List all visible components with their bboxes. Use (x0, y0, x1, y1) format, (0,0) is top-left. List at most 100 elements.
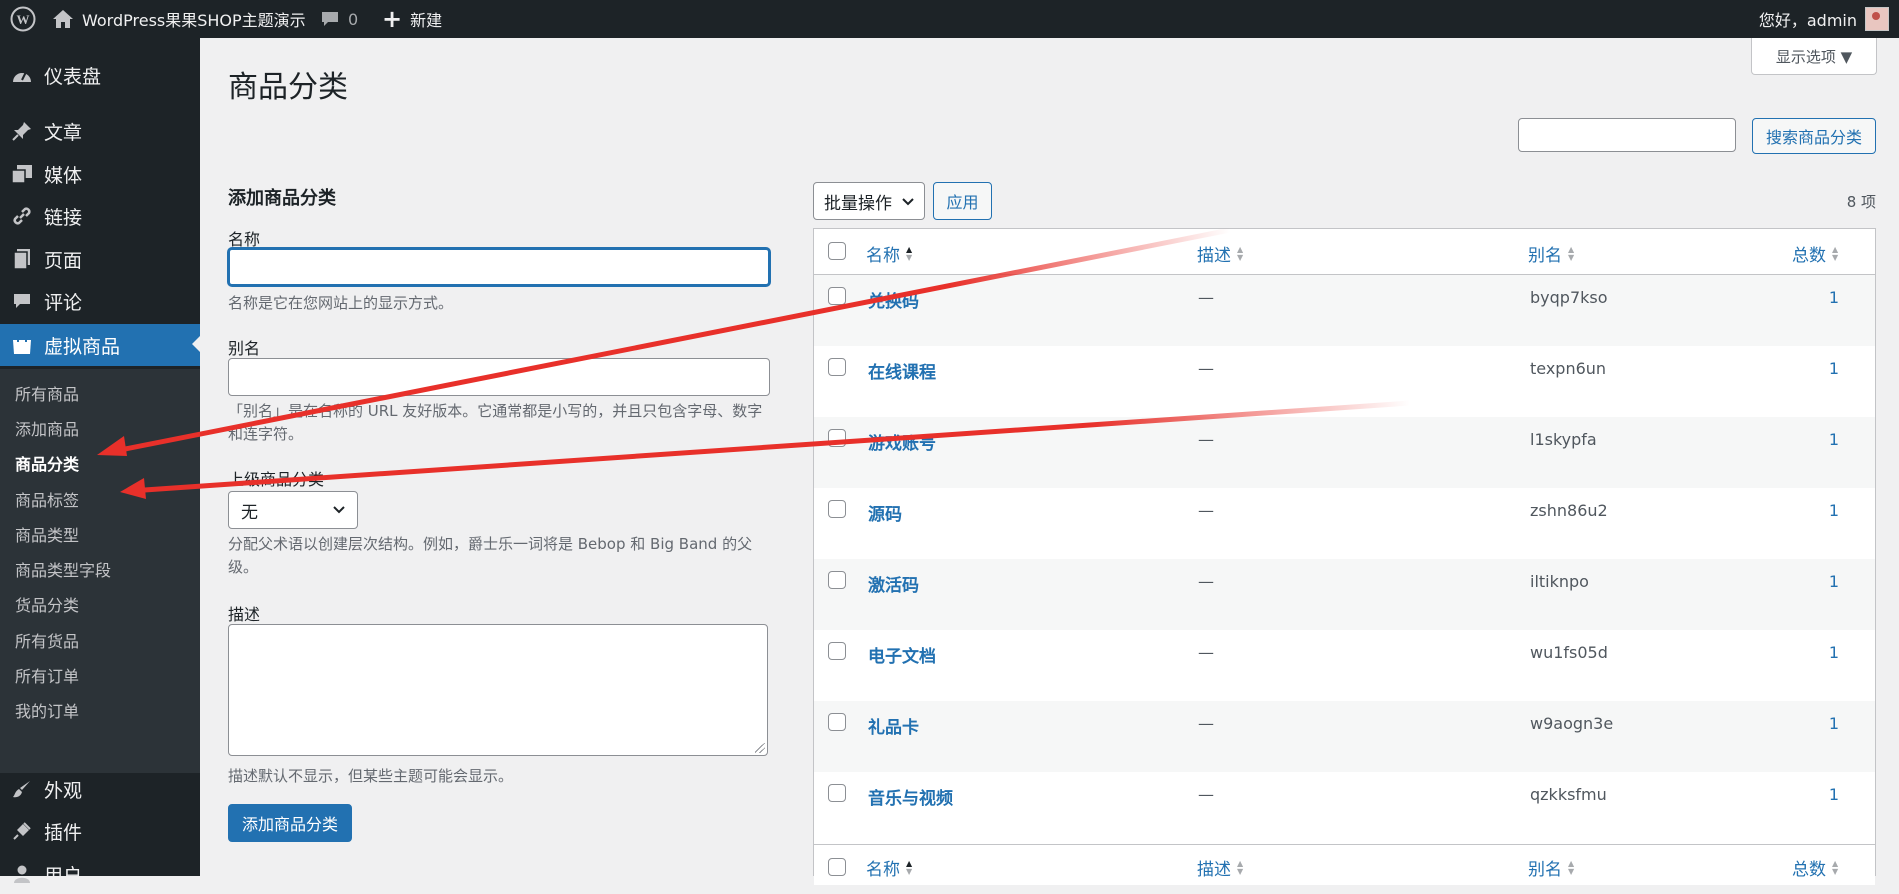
category-count-link[interactable]: 1 (1824, 288, 1844, 307)
submenu-product-types[interactable]: 商品类型 (15, 522, 79, 546)
category-search-input[interactable] (1518, 118, 1736, 152)
submenu-product-tags[interactable]: 商品标签 (15, 487, 79, 511)
slug-label: 别名 (228, 339, 261, 358)
chevron-down-icon (902, 198, 914, 206)
category-slug: qzkksfmu (1530, 785, 1607, 804)
category-slug: wu1fs05d (1530, 643, 1608, 662)
bulk-actions-select[interactable]: 批量操作 (813, 182, 925, 220)
account-menu[interactable]: 您好，admin (1759, 0, 1889, 38)
category-description: — (1198, 359, 1214, 378)
description-label: 描述 (228, 605, 261, 624)
select-all-checkbox-footer[interactable] (828, 858, 846, 876)
column-footer-name[interactable]: 名称 ▲ ▼ (866, 855, 912, 880)
dashboard-icon (10, 63, 34, 87)
sidebar-item-virtual-goods[interactable]: 虚拟商品 (0, 324, 200, 366)
sidebar-item-links[interactable]: 链接 (0, 196, 200, 236)
comments-count: 0 (348, 9, 359, 29)
add-category-button[interactable]: 添加商品分类 (228, 804, 352, 842)
sidebar-item-dashboard[interactable]: 仪表盘 (0, 55, 200, 95)
row-checkbox[interactable] (828, 287, 846, 305)
name-input[interactable] (228, 248, 770, 286)
screen-options-button[interactable]: 显示选项 ▼ (1751, 38, 1877, 75)
column-header-count[interactable]: 总数 ▲ ▼ (1792, 241, 1838, 266)
category-name-link[interactable]: 游戏账号 (868, 429, 936, 454)
row-checkbox[interactable] (828, 713, 846, 731)
category-slug: iltiknpo (1530, 572, 1589, 591)
category-description: — (1198, 501, 1214, 520)
link-icon (10, 204, 34, 228)
apply-button[interactable]: 应用 (933, 182, 992, 220)
parent-category-value: 无 (241, 502, 258, 523)
row-checkbox[interactable] (828, 571, 846, 589)
column-header-slug[interactable]: 别名 ▲ ▼ (1528, 241, 1574, 266)
column-header-description[interactable]: 描述 ▲ ▼ (1197, 241, 1243, 266)
category-count-link[interactable]: 1 (1824, 430, 1844, 449)
submenu-all-products[interactable]: 所有商品 (15, 381, 79, 405)
site-name: WordPress果果SHOP主题演示 (82, 11, 306, 30)
parent-label: 上级商品分类 (228, 470, 325, 489)
category-slug: zshn86u2 (1530, 501, 1608, 520)
sidebar-item-appearance[interactable]: 外观 (0, 769, 200, 809)
column-footer-count[interactable]: 总数 ▲ ▼ (1792, 855, 1838, 880)
category-count-link[interactable]: 1 (1824, 572, 1844, 591)
category-name-link[interactable]: 兑换码 (868, 287, 919, 312)
category-name-link[interactable]: 电子文档 (868, 642, 936, 667)
category-name-link[interactable]: 在线课程 (868, 358, 936, 383)
sidebar-item-comments[interactable]: 评论 (0, 281, 200, 321)
table-row: 礼品卡 — w9aogn3e 1 (814, 701, 1875, 772)
sidebar-item-pages[interactable]: 页面 (0, 239, 200, 279)
page-title: 商品分类 (228, 70, 348, 105)
description-textarea[interactable] (228, 624, 768, 756)
row-checkbox[interactable] (828, 429, 846, 447)
row-checkbox[interactable] (828, 784, 846, 802)
submenu-my-orders[interactable]: 我的订单 (15, 698, 79, 722)
row-checkbox[interactable] (828, 500, 846, 518)
sort-icon: ▲ ▼ (1568, 244, 1575, 262)
category-name-link[interactable]: 音乐与视频 (868, 784, 953, 809)
category-count-link[interactable]: 1 (1824, 359, 1844, 378)
sidebar-item-plugins[interactable]: 插件 (0, 811, 200, 851)
submenu-product-categories[interactable]: 商品分类 (15, 451, 79, 475)
add-category-heading: 添加商品分类 (228, 188, 336, 209)
sidebar-item-media[interactable]: 媒体 (0, 154, 200, 194)
parent-category-select[interactable]: 无 (228, 491, 358, 529)
category-name-link[interactable]: 源码 (868, 500, 902, 525)
site-name-link[interactable]: WordPress果果SHOP主题演示 (52, 0, 306, 38)
search-categories-button[interactable]: 搜索商品分类 (1752, 118, 1876, 154)
category-name-link[interactable]: 礼品卡 (868, 713, 919, 738)
table-footer: 名称 ▲ ▼ 描述 ▲ ▼ 别名 ▲ ▼ 总数 ▲ ▼ (814, 844, 1875, 885)
row-checkbox[interactable] (828, 358, 846, 376)
table-row: 在线课程 — texpn6un 1 (814, 346, 1875, 417)
sidebar-item-users[interactable]: 用户 (0, 854, 200, 894)
slug-input[interactable] (228, 358, 770, 396)
wordpress-logo-icon[interactable]: W (6, 0, 40, 38)
virtual-goods-submenu: 所有商品 添加商品 商品分类 商品标签 商品类型 商品类型字段 货品分类 所有货… (0, 369, 200, 773)
parent-help: 分配父术语以创建层次结构。例如，爵士乐一词将是 Bebop 和 Big Band… (228, 535, 753, 576)
sort-icon: ▲ ▼ (1832, 244, 1839, 262)
category-count-link[interactable]: 1 (1824, 785, 1844, 804)
sidebar-item-posts[interactable]: 文章 (0, 111, 200, 151)
comment-icon (322, 12, 338, 26)
submenu-product-type-fields[interactable]: 商品类型字段 (15, 557, 111, 581)
category-count-link[interactable]: 1 (1824, 501, 1844, 520)
resize-grip-icon[interactable] (755, 743, 765, 753)
category-count-link[interactable]: 1 (1824, 643, 1844, 662)
comments-link[interactable]: 0 (320, 0, 358, 38)
column-header-name[interactable]: 名称 ▲ ▼ (866, 241, 912, 266)
column-footer-description[interactable]: 描述 ▲ ▼ (1197, 855, 1243, 880)
submenu-all-goods[interactable]: 所有货品 (15, 628, 79, 652)
category-description: — (1198, 430, 1214, 449)
category-description: — (1198, 572, 1214, 591)
category-name-link[interactable]: 激活码 (868, 571, 919, 596)
submenu-goods-categories[interactable]: 货品分类 (15, 592, 79, 616)
category-description: — (1198, 643, 1214, 662)
select-all-checkbox[interactable] (828, 242, 846, 260)
column-footer-slug[interactable]: 别名 ▲ ▼ (1528, 855, 1574, 880)
row-checkbox[interactable] (828, 642, 846, 660)
new-content-link[interactable]: + 新建 (382, 0, 442, 38)
category-count-link[interactable]: 1 (1824, 714, 1844, 733)
submenu-add-product[interactable]: 添加商品 (15, 416, 79, 440)
categories-table: 名称 ▲ ▼ 描述 ▲ ▼ 别名 ▲ ▼ 总数 ▲ ▼ 兑换码 — byqp7kso 1… (813, 228, 1876, 885)
submenu-all-orders[interactable]: 所有订单 (15, 663, 79, 687)
items-count: 8 项 (1846, 193, 1876, 211)
